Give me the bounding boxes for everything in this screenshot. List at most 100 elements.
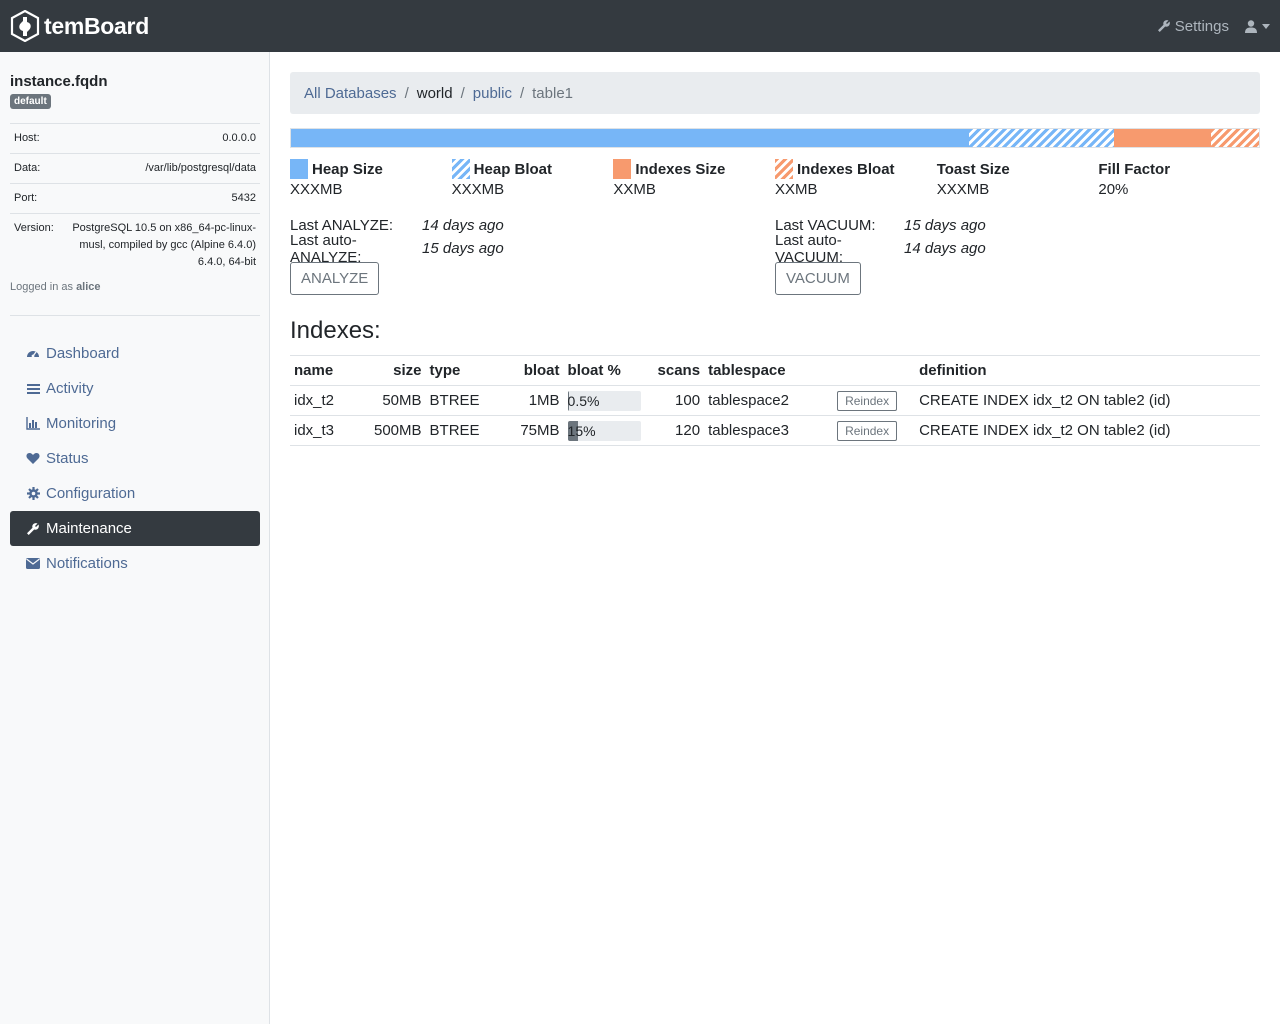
sidebar-item-activity[interactable]: Activity: [10, 371, 260, 406]
index-tablespace: tablespace3: [704, 415, 820, 446]
index-bloat-pct-cell: 15%: [563, 415, 654, 446]
col-scans: scans: [653, 355, 705, 386]
sidebar-item-configuration[interactable]: Configuration: [10, 476, 260, 511]
sidebar: instance.fqdn default Host: 0.0.0.0 Data:…: [0, 52, 270, 1024]
settings-link[interactable]: Settings: [1157, 18, 1229, 35]
legend-title: Toast Size: [936, 160, 1010, 178]
indexes-heading: Indexes:: [290, 317, 381, 344]
gear-icon: [26, 487, 40, 501]
col-name: name: [290, 355, 370, 386]
sidebar-item-label: Monitoring: [46, 415, 117, 432]
sidebar-item-notifications[interactable]: Notifications: [10, 546, 260, 581]
breadcrumb-database[interactable]: world: [417, 85, 453, 102]
sidebar-item-label: Dashboard: [46, 345, 120, 362]
indexes-bloat-segment: [1210, 129, 1259, 147]
legend-heap-size: Heap Size XXXMB: [290, 159, 452, 198]
legend-value: XXMB: [775, 181, 818, 198]
index-type: BTREE: [425, 415, 506, 446]
info-key: Version:: [10, 213, 68, 277]
heap-size-segment: [291, 129, 969, 147]
index-definition: CREATE INDEX idx_t2 ON table2 (id): [915, 385, 1260, 416]
maintenance-stats: Last ANALYZE: 14 days ago Last auto-ANALY…: [290, 214, 1260, 295]
legend-title: Indexes Bloat: [797, 160, 895, 178]
legend-value: XXXMB: [936, 181, 990, 198]
table-row: idx_t2 50MB BTREE 1MB 0.5% 100 tablespac…: [290, 385, 1260, 416]
settings-label: Settings: [1174, 17, 1229, 35]
index-definition: CREATE INDEX idx_t2 ON table2 (id): [915, 415, 1260, 446]
user-menu-toggle[interactable]: [1245, 19, 1270, 33]
reindex-button[interactable]: Reindex: [837, 420, 898, 441]
info-row-version: Version: PostgreSQL 10.5 on x86_64-pc-lin…: [10, 213, 260, 277]
wrench-icon: [26, 522, 40, 536]
bloat-progress: 15%: [567, 420, 641, 441]
breadcrumb-separator: /: [404, 84, 409, 102]
index-bloat-pct-cell: 0.5%: [563, 385, 654, 416]
indexes-size-segment: [1113, 129, 1211, 147]
logged-prefix: Logged in as: [10, 281, 73, 293]
top-navbar: temBoard Settings: [0, 0, 1280, 52]
legend-indexes-bloat: Indexes Bloat XXMB: [775, 159, 937, 198]
last-autoanalyze-value: 15 days ago: [422, 240, 504, 257]
last-autovacuum-value: 14 days ago: [904, 240, 986, 257]
brand-name: temBoard: [44, 12, 149, 39]
col-size: size: [370, 355, 426, 386]
info-key: Host:: [10, 123, 68, 154]
chevron-down-icon: [1262, 23, 1270, 29]
brand-link[interactable]: temBoard: [10, 10, 149, 42]
breadcrumb-schema[interactable]: public: [473, 85, 512, 102]
sidebar-item-maintenance[interactable]: Maintenance: [10, 511, 260, 546]
heap-bloat-segment: [968, 129, 1114, 147]
instance-name: instance.fqdn: [10, 73, 108, 90]
instance-info-table: Host: 0.0.0.0 Data:/var/lib/postgresql/da…: [10, 123, 260, 277]
index-size: 50MB: [370, 385, 426, 416]
temboard-logo-icon: [10, 10, 40, 42]
info-row-port: Port: 5432: [10, 183, 260, 214]
breadcrumb-table: table1: [532, 84, 574, 102]
logged-user: alice: [76, 281, 101, 293]
user-icon: [1245, 19, 1257, 33]
heart-icon: [26, 452, 40, 466]
table-size-bar: [290, 128, 1260, 148]
legend-title: Heap Bloat: [473, 160, 553, 178]
legend-value: 20%: [1098, 181, 1129, 198]
bloat-progress-text: 0.5%: [567, 392, 600, 409]
breadcrumb-separator: /: [460, 84, 465, 102]
legend-value: XXXMB: [451, 181, 505, 198]
index-name: idx_t2: [290, 385, 370, 416]
heap-bloat-swatch: [451, 159, 470, 179]
sidebar-item-dashboard[interactable]: Dashboard: [10, 336, 260, 371]
legend-fill-factor: Fill Factor 20%: [1098, 159, 1260, 199]
breadcrumb-all-databases[interactable]: All Databases: [304, 85, 397, 102]
table-row: idx_t3 500MB BTREE 75MB 15% 120 tablespa…: [290, 415, 1260, 446]
reindex-button[interactable]: Reindex: [837, 390, 898, 411]
col-actions: [819, 355, 916, 386]
col-bloat: bloat: [505, 355, 564, 386]
info-key: Port:: [10, 183, 68, 214]
analyze-button[interactable]: ANALYZE: [290, 262, 380, 295]
legend-title: Fill Factor: [1098, 160, 1171, 178]
sidebar-item-monitoring[interactable]: Monitoring: [10, 406, 260, 441]
index-scans: 120: [653, 415, 705, 446]
col-tablespace: tablespace: [704, 355, 820, 386]
index-bloat: 1MB: [505, 385, 564, 416]
heap-size-swatch: [290, 159, 308, 179]
bar-chart-icon: [26, 417, 40, 431]
legend-value: XXXMB: [290, 181, 343, 198]
legend-heap-bloat: Heap Bloat XXXMB: [451, 159, 614, 198]
info-value: 0.0.0.0: [68, 123, 260, 154]
last-analyze-value: 14 days ago: [422, 217, 504, 234]
info-row-host: Host: 0.0.0.0: [10, 123, 260, 154]
sidebar-item-status[interactable]: Status: [10, 441, 260, 476]
col-type: type: [425, 355, 506, 386]
info-row-data: Data:/var/lib/postgresql/data: [10, 153, 260, 184]
dashboard-icon: [26, 347, 40, 361]
logged-in-text: Logged in as alice: [10, 281, 260, 316]
info-value: 5432: [68, 183, 260, 214]
instance-group-badge: default: [10, 94, 51, 109]
legend-title: Indexes Size: [635, 160, 726, 178]
last-autovacuum-label: Last auto-VACUUM:: [775, 231, 844, 266]
bloat-progress: 0.5%: [567, 390, 641, 411]
vacuum-button[interactable]: VACUUM: [775, 262, 861, 295]
legend-value: XXMB: [613, 181, 656, 198]
indexes-table: name size type bloat bloat % scans table…: [290, 355, 1260, 446]
